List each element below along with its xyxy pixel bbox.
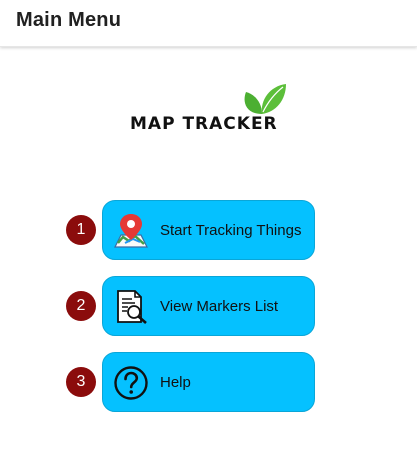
- help-label: Help: [160, 374, 191, 391]
- start-tracking-button[interactable]: Start Tracking Things: [102, 200, 315, 260]
- start-tracking-label: Start Tracking Things: [160, 222, 302, 239]
- app-bar: Main Menu: [0, 0, 417, 47]
- map-pin-icon: [114, 214, 148, 248]
- page-title: Main Menu: [16, 9, 122, 31]
- step-badge: 3: [66, 367, 96, 397]
- view-markers-button[interactable]: View Markers List: [102, 276, 315, 336]
- app-logo: MAP TRACKER: [128, 82, 290, 138]
- menu-row-start-tracking: 1 Start Tracking Things: [66, 200, 316, 260]
- menu-row-help: 3 Help: [66, 352, 316, 412]
- logo-text: MAP TRACKER: [130, 114, 278, 134]
- help-button[interactable]: Help: [102, 352, 315, 412]
- help-icon: [114, 366, 148, 400]
- leaf-icon: [244, 84, 286, 114]
- menu-row-view-markers: 2 View Markers List: [66, 276, 316, 336]
- view-markers-label: View Markers List: [160, 298, 279, 315]
- document-search-icon: [117, 290, 147, 324]
- step-badge: 2: [66, 291, 96, 321]
- step-badge: 1: [66, 215, 96, 245]
